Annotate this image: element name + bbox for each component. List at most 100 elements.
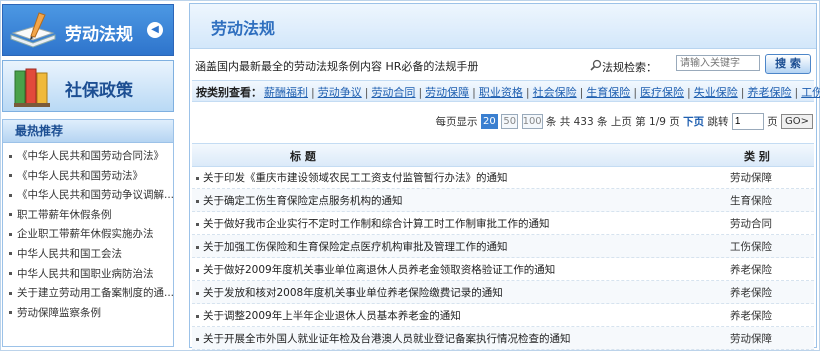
search-icon <box>590 59 602 71</box>
separator: | <box>364 86 369 99</box>
row-title[interactable]: 关于做好2009年度机关事业单位离退休人员养老金领取资格验证工作的通知 <box>196 262 555 277</box>
page-size-20[interactable]: 20 <box>480 114 498 129</box>
separator: | <box>794 86 799 99</box>
category-link[interactable]: 劳动合同 <box>371 86 415 99</box>
hot-item[interactable]: 关于建立劳动用工备案制度的通... <box>3 284 173 304</box>
row-title[interactable]: 关于做好我市企业实行不定时工作制和综合计算工时工作制审批工作的通知 <box>196 216 550 231</box>
category-link[interactable]: 劳动保障 <box>425 86 469 99</box>
bullet-icon <box>196 199 199 203</box>
unit-label: 条 <box>597 116 608 128</box>
hot-item-label: 职工带薪年休假条例 <box>17 208 112 221</box>
bullet-icon <box>9 252 12 256</box>
category-link[interactable]: 医疗保险 <box>640 86 684 99</box>
total-count: 433 <box>573 115 594 128</box>
table-row: 关于发放和核对2008年度机关事业单位养老保险缴费记录的通知 养老保险 <box>192 281 814 304</box>
row-title-text: 关于印发《重庆市建设领域农民工工资支付监管暂行办法》的通知 <box>203 172 508 184</box>
table-row: 关于加强工伤保险和生育保险定点医疗机构审批及管理工作的通知 工伤保险 <box>192 235 814 258</box>
search-button[interactable]: 搜 索 <box>765 54 811 74</box>
bullet-icon <box>9 291 12 295</box>
table-row: 关于做好2009年度机关事业单位离退休人员养老金领取资格验证工作的通知 养老保险 <box>192 258 814 281</box>
hot-item-label: 企业职工带薪年休假实施办法 <box>17 228 154 241</box>
nav-laws-button[interactable]: 劳动法规 ◀ <box>2 4 174 56</box>
bullet-icon <box>196 268 199 272</box>
hot-item[interactable]: 《中华人民共和国劳动合同法》 <box>3 147 173 167</box>
row-title[interactable]: 关于开展全市外国人就业证年检及台港澳人员就业登记备案执行情况检查的通知 <box>196 331 571 346</box>
separator: | <box>687 86 691 99</box>
page-size-100[interactable]: 100 <box>521 114 543 129</box>
go-button[interactable]: GO> <box>781 114 813 129</box>
hot-item-label: 《中华人民共和国劳动合同法》 <box>17 150 164 162</box>
row-title-text: 关于做好2009年度机关事业单位离退休人员养老金领取资格验证工作的通知 <box>203 264 556 276</box>
table-row: 关于调整2009年上半年企业退休人员基本养老金的通知 养老保险 <box>192 304 814 327</box>
category-link[interactable]: 工伤保险 <box>801 86 820 99</box>
bullet-icon <box>196 176 199 180</box>
table-row: 关于开展全市外国人就业证年检及台港澳人员就业登记备案执行情况检查的通知 劳动保障 <box>192 327 814 350</box>
hot-item[interactable]: 中华人民共和国职业病防治法 <box>3 265 173 285</box>
category-link[interactable]: 职业资格 <box>479 86 523 99</box>
category-link[interactable]: 社会保险 <box>533 86 577 99</box>
nav-laws-label: 劳动法规 <box>65 25 133 45</box>
category-title: 按类别查看： <box>196 86 262 99</box>
jump-label: 跳转 <box>707 116 729 128</box>
row-category: 劳动保障 <box>730 172 772 184</box>
separator: | <box>311 86 315 99</box>
hot-item-label: 中华人民共和国工会法 <box>17 247 122 260</box>
law-list: 关于印发《重庆市建设领域农民工工资支付监管暂行办法》的通知 劳动保障 关于确定工伤… <box>192 166 814 350</box>
page-prefix: 第 <box>635 116 646 128</box>
hot-recommend-title: 最热推荐 <box>3 120 173 143</box>
bullet-icon <box>9 213 12 217</box>
row-title-text: 关于发放和核对2008年度机关事业单位养老保险缴费记录的通知 <box>203 287 503 299</box>
table-row: 关于印发《重庆市建设领域农民工工资支付监管暂行办法》的通知 劳动保障 <box>192 166 814 189</box>
separator: | <box>418 86 423 99</box>
prev-page-link[interactable]: 上页 <box>611 114 632 129</box>
nav-social-button[interactable]: 社保政策 <box>2 60 174 112</box>
bullet-icon <box>9 311 12 315</box>
main-panel: 劳动法规 涵盖国内最新最全的劳动法规条例内容 HR必备的法规手册 法规检索： 搜… <box>189 3 820 350</box>
bullet-icon <box>196 291 199 295</box>
hot-item[interactable]: 劳动保障监察条例 <box>3 304 173 324</box>
total-prefix: 共 <box>559 116 571 128</box>
category-link[interactable]: 养老保险 <box>747 86 791 99</box>
row-category: 养老保险 <box>730 310 772 322</box>
bullet-icon <box>196 337 199 341</box>
table-row: 关于做好我市企业实行不定时工作制和综合计算工时工作制审批工作的通知 劳动合同 <box>192 212 814 235</box>
category-link[interactable]: 劳动争议 <box>318 86 362 99</box>
page-size-50[interactable]: 50 <box>501 114 519 129</box>
hot-item[interactable]: 企业职工带薪年休假实施办法 <box>3 225 173 245</box>
page-description: 涵盖国内最新最全的劳动法规条例内容 HR必备的法规手册 <box>195 60 479 73</box>
jump-page-input[interactable] <box>731 113 764 130</box>
row-title[interactable]: 关于加强工伤保险和生育保险定点医疗机构审批及管理工作的通知 <box>196 239 508 254</box>
separator: | <box>472 86 476 99</box>
hot-item[interactable]: 《中华人民共和国劳动争议调解... <box>3 186 173 206</box>
hot-item-label: 关于建立劳动用工备案制度的通... <box>17 287 173 300</box>
hot-item[interactable]: 职工带薪年休假条例 <box>3 206 173 226</box>
category-link[interactable]: 失业保险 <box>694 86 738 99</box>
bullet-icon <box>9 193 12 197</box>
row-title[interactable]: 关于调整2009年上半年企业退休人员基本养老金的通知 <box>196 308 461 323</box>
separator: | <box>525 86 530 99</box>
pagination: 每页显示 20 50 100 条 共 433 条 上页 第 1/9 页 下页 跳… <box>436 113 813 130</box>
hot-recommend-list: 《中华人民共和国劳动合同法》 《中华人民共和国劳动法》 《中华人民共和国劳动争议… <box>3 143 173 323</box>
category-link[interactable]: 生育保险 <box>586 86 630 99</box>
next-page-link[interactable]: 下页 <box>683 114 704 129</box>
header-category: 类 别 <box>744 150 770 163</box>
row-category: 劳动保障 <box>730 333 772 345</box>
hot-item[interactable]: 《中华人民共和国劳动法》 <box>3 167 173 187</box>
hot-item[interactable]: 中华人民共和国工会法 <box>3 245 173 265</box>
nav-social-label: 社保政策 <box>65 81 133 101</box>
search-input[interactable] <box>676 55 760 71</box>
row-title[interactable]: 关于确定工伤生育保险定点服务机构的通知 <box>196 193 403 208</box>
row-category: 工伤保险 <box>730 241 772 253</box>
category-bar: 按类别查看： 薪酬福利 | 劳动争议 | 劳动合同 | 劳动保障 | 职业资格 | 社会保险 | 生育保… <box>192 80 820 102</box>
bullet-icon <box>9 232 12 236</box>
row-title[interactable]: 关于发放和核对2008年度机关事业单位养老保险缴费记录的通知 <box>196 285 503 300</box>
page-suffix: 页 <box>669 116 680 128</box>
hot-recommend-panel: 最热推荐 《中华人民共和国劳动合同法》 《中华人民共和国劳动法》 《中华人民共和… <box>2 119 174 347</box>
row-title-text: 关于确定工伤生育保险定点服务机构的通知 <box>203 195 403 207</box>
row-title[interactable]: 关于印发《重庆市建设领域农民工工资支付监管暂行办法》的通知 <box>196 170 508 185</box>
row-category: 劳动合同 <box>730 218 772 230</box>
category-link[interactable]: 薪酬福利 <box>264 86 308 99</box>
chevron-left-icon: ◀ <box>147 22 163 38</box>
category-links: 薪酬福利 | 劳动争议 | 劳动合同 | 劳动保障 | 职业资格 | 社会保险 | 生育保险 | 医疗保险 |… <box>264 84 820 100</box>
hot-item-label: 劳动保障监察条例 <box>17 306 101 319</box>
